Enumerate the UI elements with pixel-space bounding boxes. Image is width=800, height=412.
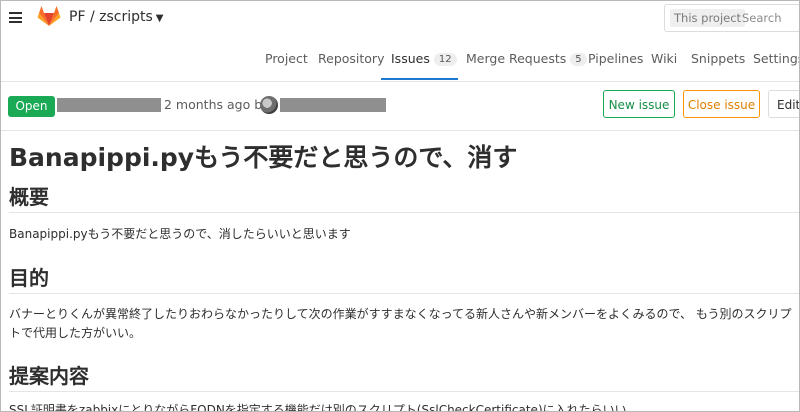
top-navbar: PF / zscripts ▼ This project Search — [1, 1, 799, 35]
section-body-overview: Banapippi.pyもう不要だと思うので、消したらいいと思います — [9, 227, 351, 241]
section-body-proposal: SSL証明書をzabbixにとりながらFQDNを指定する機能だけ別のスクリプト(… — [9, 403, 627, 412]
merge-requests-count-badge: 5 — [570, 53, 587, 66]
tab-label: Repository — [318, 51, 385, 66]
project-nav-tabs: Project Repository Issues 12 Merge Reques… — [1, 43, 799, 82]
issue-created-meta: 2 months ago by — [164, 97, 270, 112]
edit-button[interactable]: Edit — [768, 90, 799, 118]
search-scope-chip[interactable]: This project — [670, 9, 746, 27]
chevron-down-icon: ▼ — [155, 13, 164, 24]
project-breadcrumb[interactable]: PF / zscripts ▼ — [69, 9, 163, 25]
issues-count-badge: 12 — [433, 53, 457, 66]
issue-header: Open 2 months ago by New issue Close iss… — [1, 82, 799, 131]
tab-project[interactable]: Project — [265, 51, 308, 66]
divider — [9, 212, 799, 213]
tab-label: Pipelines — [588, 51, 644, 66]
tab-label: Project — [265, 51, 308, 66]
tab-wiki[interactable]: Wiki — [651, 51, 677, 66]
redacted-block — [57, 98, 161, 112]
divider — [9, 293, 799, 294]
tab-pipelines[interactable]: Pipelines — [588, 51, 643, 66]
divider — [9, 391, 799, 392]
tab-label: Wiki — [651, 51, 678, 66]
gitlab-logo-icon[interactable] — [37, 5, 61, 27]
search-input[interactable]: This project Search — [664, 4, 799, 32]
author-avatar[interactable] — [260, 96, 278, 114]
tab-settings[interactable]: Settings — [753, 51, 800, 66]
tab-repository[interactable]: Repository — [318, 51, 384, 66]
active-tab-indicator — [381, 78, 458, 80]
new-issue-button[interactable]: New issue — [603, 90, 675, 118]
tab-label: Merge Requests — [466, 51, 567, 66]
close-issue-button[interactable]: Close issue — [683, 90, 760, 118]
section-heading-purpose: 目的 — [9, 266, 49, 290]
status-badge: Open — [8, 96, 55, 117]
project-name: PF / zscripts — [69, 9, 153, 25]
browser-frame: PF / zscripts ▼ This project Search Proje… — [0, 0, 800, 412]
redacted-block — [280, 98, 386, 112]
section-heading-proposal: 提案内容 — [9, 364, 89, 388]
section-heading-overview: 概要 — [9, 185, 49, 209]
search-placeholder: Search — [742, 11, 782, 25]
tab-label: Issues — [391, 51, 430, 66]
tab-label: Settings — [753, 51, 800, 66]
issue-title: Banapippi.pyもう不要だと思うので、消す — [9, 143, 518, 172]
tab-issues[interactable]: Issues 12 — [391, 51, 457, 66]
section-body-purpose: バナーとりくんが異常終了したりおわらなかったりして次の作業がすすまなくなってる新… — [9, 307, 792, 340]
tab-label: Snippets — [691, 51, 746, 66]
tab-snippets[interactable]: Snippets — [691, 51, 745, 66]
menu-icon[interactable] — [9, 12, 22, 23]
tab-merge-requests[interactable]: Merge Requests 5 — [466, 51, 587, 66]
